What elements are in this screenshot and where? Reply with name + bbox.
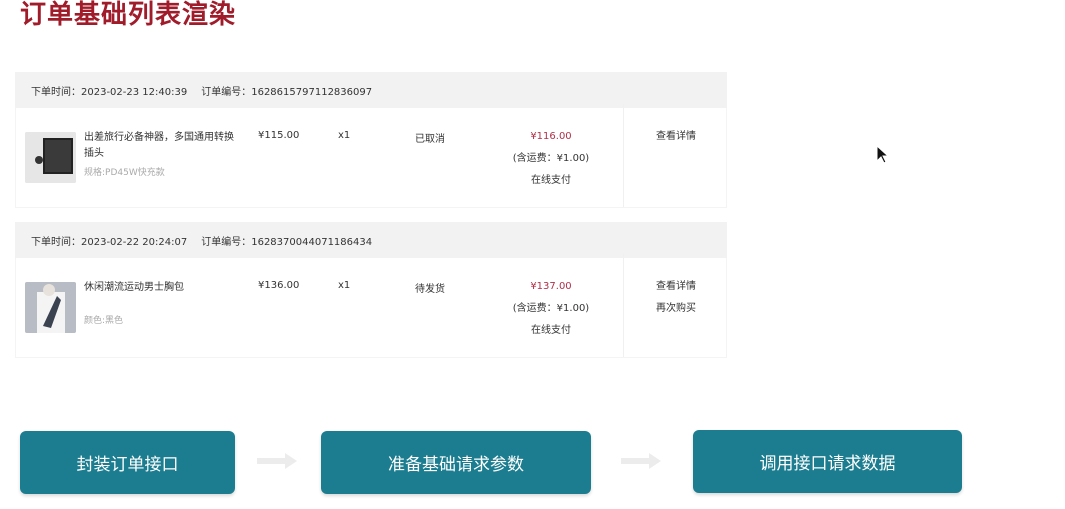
order-time-label: 下单时间：: [31, 236, 81, 248]
product-spec: 颜色:黑色: [84, 316, 124, 326]
order-time: 2023-02-22 20:24:07: [81, 236, 188, 248]
quantity: x1: [338, 280, 351, 291]
order-actions: 查看详情: [623, 104, 728, 207]
order-card: 下单时间：2023-02-22 20:24:07 订单编号：1628370044…: [15, 222, 727, 358]
product-image[interactable]: [25, 282, 76, 333]
product-name[interactable]: 出差旅行必备神器，多国通用转换插头: [84, 130, 239, 162]
view-details-link[interactable]: 查看详情: [624, 276, 728, 298]
order-no: 1628370044071186434: [251, 236, 373, 248]
payment-method: 在线支付: [531, 175, 571, 186]
order-row: 休闲潮流运动男士胸包 颜色:黑色 ¥136.00 x1 待发货 ¥137.00 …: [15, 254, 727, 358]
order-time-label: 下单时间：: [31, 86, 81, 98]
buy-again-link[interactable]: 再次购买: [624, 298, 728, 320]
product-spec: 规格:PD45W快充款: [84, 168, 165, 178]
total-amount: ¥137.00: [530, 281, 572, 292]
order-total: ¥137.00 (含运费：¥1.00) 在线支付: [496, 276, 606, 342]
step-wrap-order-api: 封装订单接口: [20, 431, 235, 494]
step-prepare-params: 准备基础请求参数: [321, 431, 591, 494]
freight: (含运费：¥1.00): [512, 153, 590, 164]
quantity: x1: [338, 130, 351, 141]
arrow-right-icon: [621, 453, 661, 469]
order-status: 待发货: [415, 284, 445, 295]
order-no: 1628615797112836097: [251, 86, 373, 98]
product-image[interactable]: [25, 132, 76, 183]
order-actions: 查看详情 再次购买: [623, 254, 728, 357]
view-details-link[interactable]: 查看详情: [624, 126, 728, 148]
order-status: 已取消: [415, 134, 445, 145]
total-amount: ¥116.00: [530, 131, 572, 142]
mouse-cursor-icon: [876, 145, 890, 164]
order-header: 下单时间：2023-02-23 12:40:39 订单编号：1628615797…: [15, 72, 727, 108]
order-total: ¥116.00 (含运费：¥1.00) 在线支付: [496, 126, 606, 192]
order-header: 下单时间：2023-02-22 20:24:07 订单编号：1628370044…: [15, 222, 727, 258]
unit-price: ¥115.00: [258, 130, 300, 141]
step-call-api: 调用接口请求数据: [693, 430, 962, 493]
order-time: 2023-02-23 12:40:39: [81, 86, 188, 98]
order-row: 出差旅行必备神器，多国通用转换插头 规格:PD45W快充款 ¥115.00 x1…: [15, 104, 727, 208]
order-no-label: 订单编号：: [201, 236, 252, 248]
arrow-right-icon: [257, 453, 297, 469]
page-title: 订单基础列表渲染: [20, 0, 237, 30]
unit-price: ¥136.00: [258, 280, 300, 291]
product-name[interactable]: 休闲潮流运动男士胸包: [84, 280, 239, 296]
order-card: 下单时间：2023-02-23 12:40:39 订单编号：1628615797…: [15, 72, 727, 208]
payment-method: 在线支付: [531, 325, 571, 336]
freight: (含运费：¥1.00): [512, 303, 590, 314]
order-no-label: 订单编号：: [201, 86, 252, 98]
